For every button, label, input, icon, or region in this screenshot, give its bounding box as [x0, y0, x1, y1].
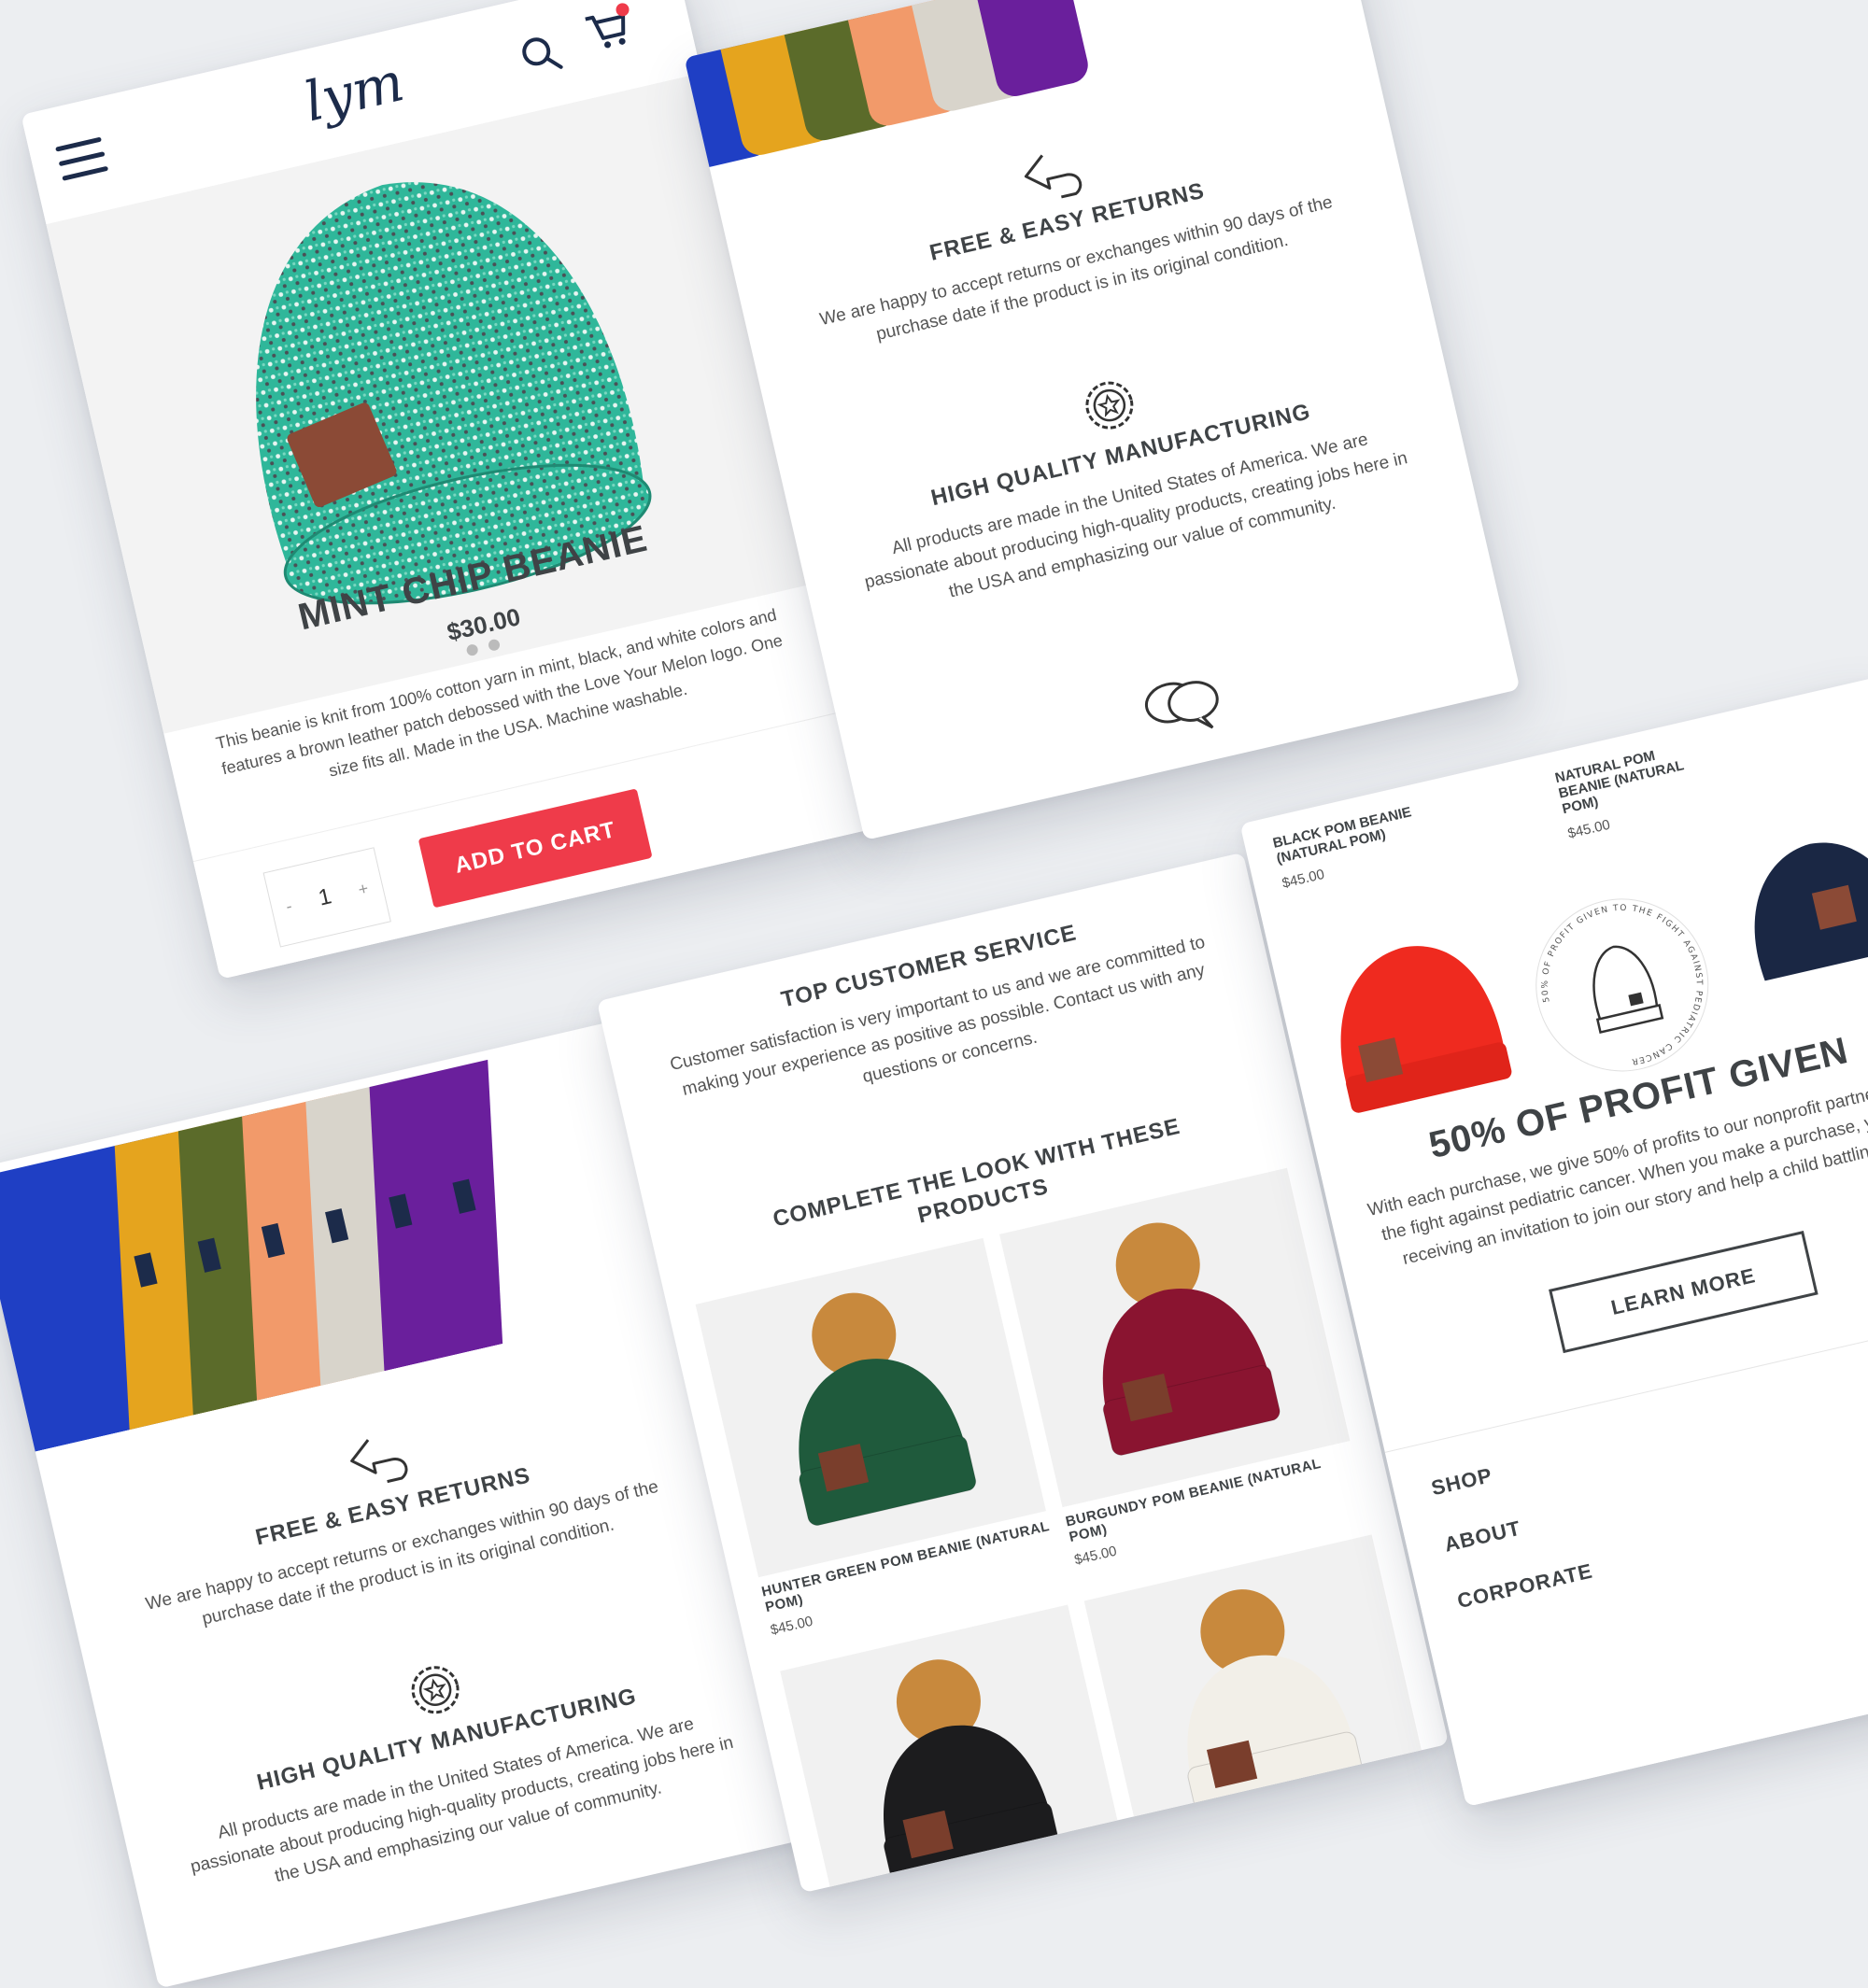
return-arrow-icon: [1024, 154, 1083, 199]
footer-menu: SHOP ABOUT CORPORATE: [1384, 1304, 1868, 1807]
product-image[interactable]: [695, 1237, 1046, 1578]
quantity-value[interactable]: 1: [316, 883, 333, 911]
product-card[interactable]: BURGUNDY POM BEANIE (NATURAL POM) $45.00: [999, 1167, 1368, 1585]
cart-icon[interactable]: [582, 1, 634, 59]
pom-beanie-image: [1102, 1222, 1281, 1456]
product-card[interactable]: [780, 1604, 1131, 1894]
chat-bubbles-icon: [1144, 681, 1219, 729]
product-card[interactable]: [1083, 1534, 1436, 1874]
product-image[interactable]: [999, 1167, 1351, 1508]
increase-button[interactable]: +: [356, 879, 370, 900]
pom-beanie-image: [884, 1659, 1061, 1893]
add-to-cart-button[interactable]: ADD TO CART: [417, 788, 653, 909]
brand-logo[interactable]: lym: [299, 49, 410, 134]
product-card[interactable]: HUNTER GREEN POM BEANIE (NATURAL POM) $4…: [695, 1237, 1065, 1655]
related-item[interactable]: BLACK POM BEANIE (NATURAL POM) $45.00: [1271, 771, 1570, 908]
product-image[interactable]: [1083, 1534, 1436, 1874]
learn-more-button[interactable]: LEARN MORE: [1549, 1230, 1818, 1354]
product-grid: HUNTER GREEN POM BEANIE (NATURAL POM) $4…: [695, 1167, 1436, 1894]
quantity-stepper[interactable]: - 1 +: [262, 847, 391, 948]
badge-star-icon: [411, 1666, 460, 1714]
search-icon[interactable]: [517, 30, 566, 79]
decrease-button[interactable]: -: [284, 895, 294, 916]
pom-beanie-image: [799, 1292, 977, 1526]
pom-beanie-image: [1187, 1589, 1366, 1823]
footer-link-shop[interactable]: SHOP: [1429, 1346, 1868, 1501]
return-arrow-icon: [350, 1439, 408, 1484]
related-item[interactable]: NATURAL POM BEANIE (NATURAL POM) $45.00: [1553, 706, 1852, 842]
badge-star-icon: [1085, 381, 1134, 430]
hamburger-menu-icon[interactable]: [55, 136, 109, 184]
product-image[interactable]: [780, 1604, 1131, 1894]
